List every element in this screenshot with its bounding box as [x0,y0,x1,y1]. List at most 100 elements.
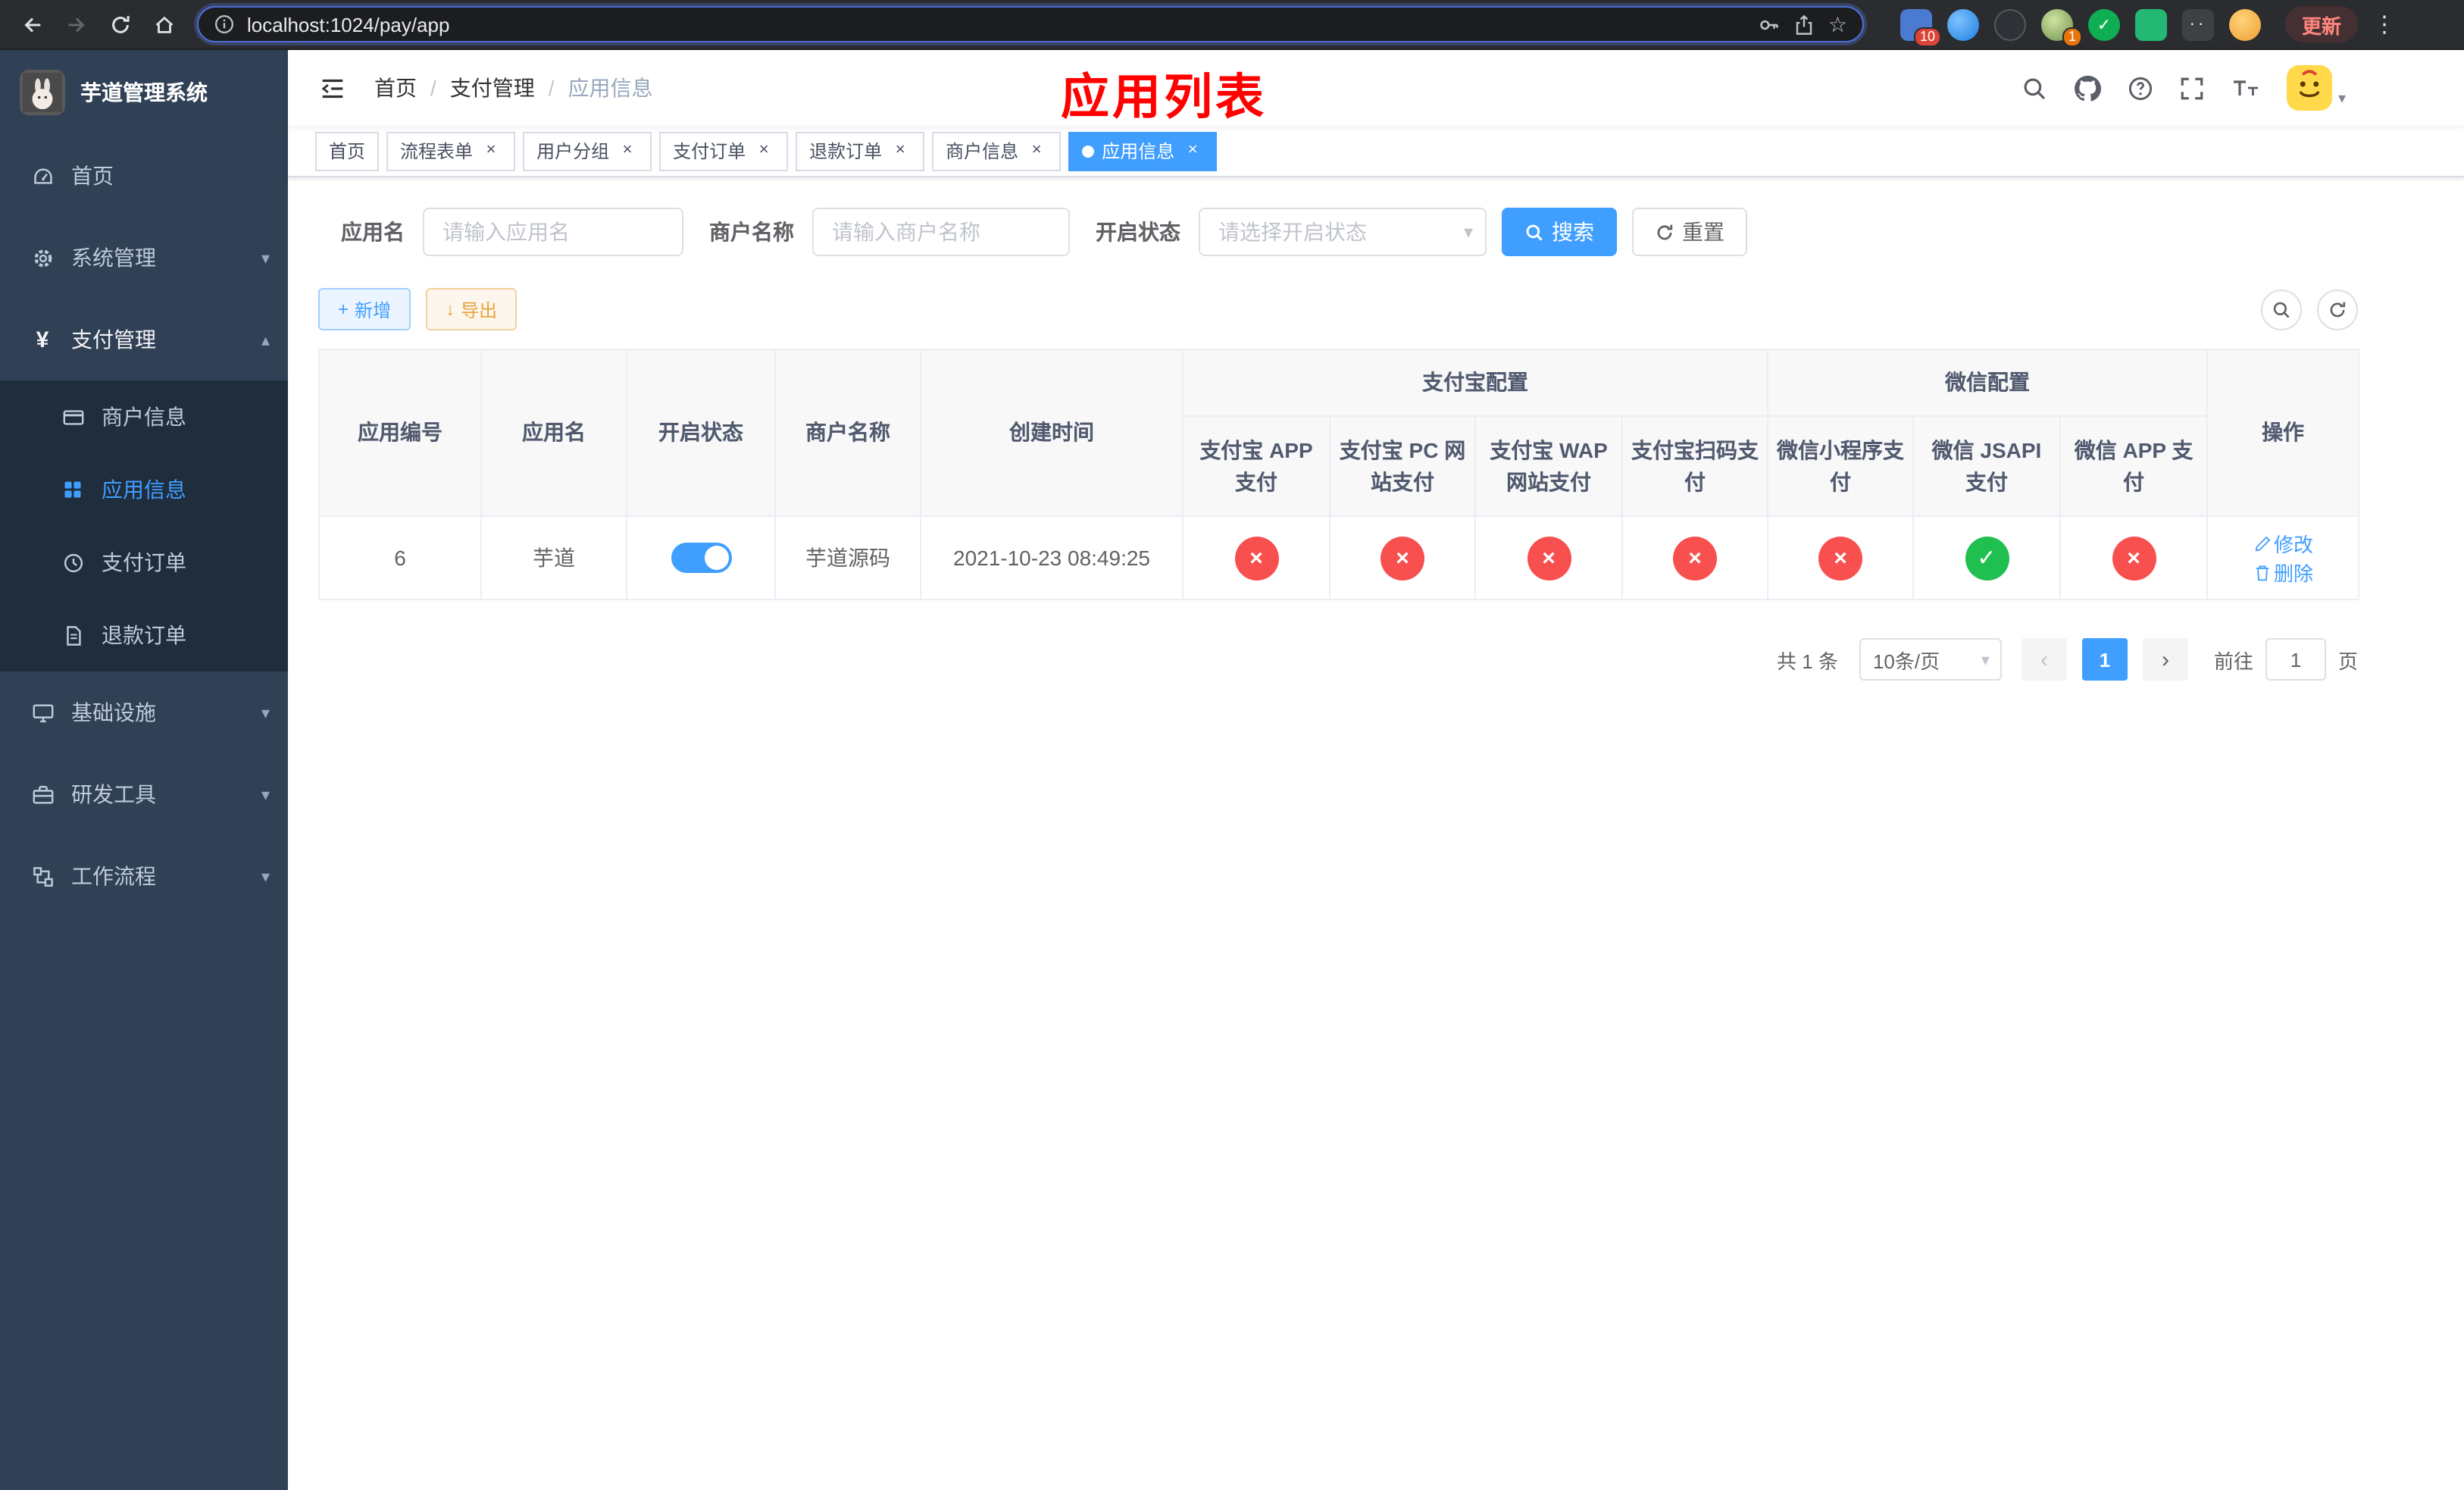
tab-process-form[interactable]: 流程表单 × [386,131,516,171]
status-label: 开启状态 [1096,220,1180,244]
user-menu[interactable]: ▾ [2286,65,2346,111]
sidebar-item-payment[interactable]: ¥ 支付管理 ▴ [0,299,288,380]
col-alipay-wap: 支付宝 WAP 网站支付 [1474,415,1623,517]
export-button[interactable]: ↓ 导出 [426,288,518,330]
chevron-down-icon: ▾ [261,868,270,886]
next-page-button[interactable]: › [2142,638,2188,681]
sidebar-item-merchant-info[interactable]: 商户信息 [0,380,288,453]
tab-home[interactable]: 首页 [315,131,380,171]
tab-user-group[interactable]: 用户分组 × [523,131,652,171]
extension-icon-4[interactable]: 1 [2041,8,2082,46]
col-app-name: 应用名 [480,349,627,517]
refresh-button[interactable] [2317,289,2358,330]
close-icon[interactable]: × [1026,140,1047,161]
reload-button[interactable] [100,4,141,45]
bookmark-star-icon[interactable]: ☆ [1828,11,1847,37]
extension-icon-8[interactable] [2229,8,2261,40]
chevron-down-icon: ▾ [261,786,270,804]
site-info-icon[interactable] [214,14,235,35]
sidebar-item-dev-tools[interactable]: 研发工具 ▾ [0,753,288,835]
col-wechat-jsapi: 微信 JSAPI 支付 [1912,415,2061,517]
extension-icon-7[interactable]: ·· [2182,8,2214,40]
github-icon[interactable] [2073,74,2102,102]
delete-button[interactable]: 删除 [2253,558,2313,587]
fullscreen-icon[interactable] [2179,75,2205,101]
col-app-id: 应用编号 [318,349,482,517]
page-content: 应用名 商户名称 开启状态 请选择开启状态 ▾ 搜索 重置 [288,177,2464,1490]
close-icon[interactable]: × [617,140,638,161]
breadcrumb-payment[interactable]: 支付管理 [450,73,535,103]
chevron-down-icon: ▾ [261,704,270,722]
toggle-search-button[interactable] [2261,289,2302,330]
app-logo [20,70,65,115]
sidebar-toggle-icon[interactable] [309,74,356,102]
merchant-name-input[interactable] [812,208,1070,256]
payment-submenu: 商户信息 应用信息 支付订单 退款订单 [0,380,288,671]
tab-merchant-info[interactable]: 商户信息 × [932,131,1062,171]
page-size-select[interactable]: 10条/页 ▾ [1859,638,2002,681]
sidebar-item-system[interactable]: 系统管理 ▾ [0,217,288,299]
alipay-app-status-icon: × [1234,536,1278,580]
url-text[interactable]: localhost:1024/pay/app [247,13,1746,36]
avatar [2286,65,2332,111]
edit-button[interactable]: 修改 [2253,529,2313,558]
prev-page-button[interactable]: ‹ [2021,638,2067,681]
close-icon[interactable]: × [1182,140,1203,161]
tab-pay-order[interactable]: 支付订单 × [659,131,789,171]
cell-app-id: 6 [318,515,482,600]
close-icon[interactable]: × [480,140,502,161]
breadcrumb: 首页 / 支付管理 / 应用信息 [374,73,653,103]
add-button[interactable]: + 新增 [318,288,411,330]
cell-app-name: 芋道 [480,515,627,600]
yen-icon: ¥ [36,327,49,352]
app-logo-row[interactable]: 芋道管理系统 [0,50,288,135]
forward-button[interactable] [56,4,97,45]
page-1-button[interactable]: 1 [2081,638,2128,681]
wechat-jsapi-status-icon: ✓ [1965,536,2009,580]
status-select[interactable]: 请选择开启状态 ▾ [1199,208,1487,256]
sidebar-item-refund-order[interactable]: 退款订单 [0,599,288,671]
page-unit-label: 页 [2337,650,2358,672]
chevron-up-icon: ▴ [261,331,270,349]
sidebar-item-workflow[interactable]: 工作流程 ▾ [0,835,288,917]
share-icon[interactable] [1793,13,1816,36]
navbar-actions: ▾ [2022,65,2346,111]
total-count: 共 1 条 [1777,650,1838,672]
toolbox-icon [30,782,55,806]
chevron-down-icon: ▾ [1463,221,1473,243]
extension-icon-5[interactable]: ✓ [2088,8,2120,40]
close-icon[interactable]: × [890,140,911,161]
enabled-toggle[interactable] [671,543,731,573]
close-icon[interactable]: × [753,140,774,161]
app-name-input[interactable] [423,208,683,256]
extension-badge: 1 [2062,27,2082,46]
search-icon[interactable] [2022,75,2047,101]
extension-icon-1[interactable]: 10 [1900,8,1941,46]
font-size-icon[interactable] [2231,76,2261,100]
password-key-icon[interactable] [1759,13,1781,36]
goto-page-input[interactable] [2265,638,2326,681]
extension-icon-6[interactable] [2135,8,2167,40]
app-name-label: 应用名 [341,220,405,244]
home-button[interactable] [144,4,185,45]
sidebar-item-pay-order[interactable]: 支付订单 [0,526,288,599]
address-bar[interactable]: localhost:1024/pay/app ☆ [197,6,1864,42]
sidebar-item-infra[interactable]: 基础设施 ▾ [0,671,288,753]
browser-update-button[interactable]: 更新 [2285,6,2359,42]
breadcrumb-home[interactable]: 首页 [374,73,417,103]
help-icon[interactable] [2128,75,2153,101]
sidebar-item-home[interactable]: 首页 [0,135,288,217]
table-row: 6 芋道 芋道源码 2021-10-23 08:49:25 × × × × × [318,515,2360,600]
back-button[interactable] [12,4,53,45]
extension-icon-2[interactable] [1947,8,1979,40]
breadcrumb-app-info: 应用信息 [568,76,653,100]
search-button[interactable]: 搜索 [1502,208,1617,256]
extension-icon-3[interactable] [1994,8,2026,40]
browser-menu-icon[interactable]: ⋮ [2373,11,2396,38]
sidebar-item-app-info[interactable]: 应用信息 [0,453,288,526]
tab-app-info[interactable]: 应用信息 × [1068,131,1218,171]
reset-button[interactable]: 重置 [1632,208,1747,256]
chevron-down-icon: ▾ [261,249,270,268]
alipay-scan-status-icon: × [1673,536,1717,580]
tab-refund-order[interactable]: 退款订单 × [796,131,925,171]
